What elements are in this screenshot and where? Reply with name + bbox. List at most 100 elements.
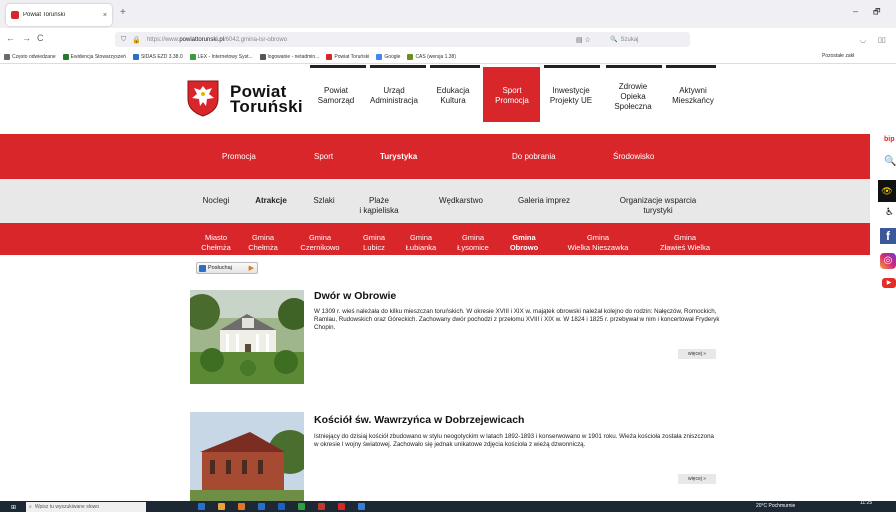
tracking-shield-icon[interactable]: ⛉ — [121, 36, 126, 44]
taskbar-search-placeholder: Wpisz tu wyszukiwane słowo — [34, 504, 99, 510]
taskbar-app-icon[interactable] — [238, 503, 245, 510]
top-bar-decoration — [544, 65, 600, 68]
bip-link[interactable]: bip — [884, 136, 895, 143]
browser-tab[interactable]: Powiat Toruński × — [6, 4, 112, 26]
new-tab-icon[interactable]: + — [120, 7, 126, 18]
tourism-nav-item[interactable]: Galeria imprez — [494, 196, 594, 206]
tab-close-icon[interactable]: × — [103, 12, 107, 19]
taskbar-app-icon[interactable] — [358, 503, 365, 510]
bookmark-item[interactable]: LEX - Internetowy Syst... — [189, 53, 253, 60]
site-logo[interactable]: Powiat Toruński — [186, 76, 306, 120]
bookmark-item[interactable]: logowanie - netadmin... — [259, 53, 319, 60]
bookmark-item[interactable]: Google — [376, 53, 401, 60]
tourism-nav-label: turystyki — [643, 206, 673, 215]
bookmark-item[interactable]: Często odwiedzane — [4, 53, 56, 60]
instagram-icon[interactable]: ◎ — [880, 253, 896, 269]
bookmark-item[interactable]: Ewidencja Stowarzyszeń — [62, 53, 126, 60]
back-icon[interactable]: ← — [6, 33, 15, 43]
main-nav-item[interactable]: Sport Promocja — [482, 86, 542, 106]
article-title[interactable]: Kościół św. Wawrzyńca w Dobrzejewicach — [314, 414, 524, 426]
browser-search-input[interactable]: 🔍 Szukaj — [610, 33, 690, 46]
extensions-icon[interactable]: ▯▯ — [878, 36, 886, 44]
manor-house-photo[interactable] — [190, 290, 304, 384]
more-button[interactable]: więcej » — [678, 474, 716, 484]
reload-icon[interactable]: C — [37, 33, 44, 43]
category-nav-item[interactable]: Turystyka — [380, 152, 417, 161]
taskbar-app-icon[interactable] — [338, 503, 345, 510]
bookmark-icon — [189, 53, 196, 60]
article-title[interactable]: Dwór w Obrowie — [314, 290, 396, 302]
taskbar-app-icon[interactable] — [218, 503, 225, 510]
window-minimize-icon[interactable]: – — [853, 6, 858, 16]
bookmark-star-icon[interactable]: ▤ ☆ — [576, 36, 591, 44]
main-nav-item[interactable]: Urząd Administracja — [364, 86, 424, 106]
taskbar-search-input[interactable]: ⌕ Wpisz tu wyszukiwane słowo — [26, 502, 146, 512]
taskbar-app-icon[interactable] — [198, 503, 205, 510]
forward-icon[interactable]: → — [22, 33, 31, 43]
bookmarks-bar: Często odwiedzane Ewidencja Stowarzyszeń S… — [0, 50, 896, 64]
main-nav-item[interactable]: Edukacja Kultura — [423, 86, 483, 106]
municipality-nav-item[interactable]: Gmina Wielka Nieszawka — [558, 233, 638, 253]
youtube-icon[interactable]: ▶ — [882, 278, 896, 288]
main-nav-label: Kultura — [440, 96, 466, 105]
main-nav-label: Sport — [502, 86, 522, 95]
taskbar-app-icon[interactable] — [278, 503, 285, 510]
category-nav-item[interactable]: Środowisko — [613, 152, 654, 161]
bookmark-label: Ewidencja Stowarzyszeń — [70, 53, 126, 60]
main-nav-item[interactable]: Powiat Samorząd — [306, 86, 366, 106]
url-bar[interactable]: ⛉ 🔒 https://www.powiattorunski.pl/6042,g… — [115, 32, 690, 47]
window-maximize-icon[interactable]: 🗗 — [873, 6, 881, 20]
category-nav-item[interactable]: Do pobrania — [512, 152, 556, 161]
municipality-nav-label: Zławieś Wielka — [659, 243, 710, 252]
main-nav-label: Edukacja — [436, 86, 470, 95]
bookmark-icon — [4, 53, 10, 60]
clock[interactable]: 11:25 — [860, 501, 872, 507]
tab-title: Powiat Toruński — [23, 12, 65, 18]
listen-button[interactable]: Posłuchaj ▶ — [196, 262, 258, 274]
bookmark-label: Często odwiedzane — [12, 53, 56, 60]
main-nav-label: Projekty UE — [549, 96, 593, 105]
main-nav-item[interactable]: Inwestycje Projekty UE — [541, 86, 601, 106]
main-nav-label: Samorząd — [317, 96, 355, 105]
bookmark-item[interactable]: Powiat Toruński — [326, 53, 369, 60]
bookmark-item[interactable]: SIDAS EZD 3.38.0 — [132, 53, 183, 60]
tourism-nav-label: i kąpieliska — [359, 206, 399, 215]
search-icon: 🔍 — [610, 37, 618, 43]
bookmark-icon — [407, 53, 414, 60]
facebook-icon[interactable]: f — [880, 228, 896, 244]
municipality-nav-item[interactable]: Gmina Zławieś Wielka — [645, 233, 725, 253]
lock-icon[interactable]: 🔒 — [132, 36, 141, 44]
bookmark-label: Google — [384, 53, 401, 60]
taskbar-app-icon[interactable] — [258, 503, 265, 510]
taskbar-app-icon[interactable] — [298, 503, 305, 510]
main-nav-item[interactable]: Aktywni Mieszkańcy — [663, 86, 723, 106]
top-bar-decoration — [666, 65, 716, 68]
speaker-icon — [199, 264, 206, 272]
site-search-icon[interactable]: 🔍 — [884, 156, 896, 167]
top-bar-decoration — [370, 65, 426, 68]
bookmark-item[interactable]: CAS (wersja 1.38) — [407, 53, 456, 60]
municipality-nav-item[interactable]: Gmina Obrowo — [484, 233, 564, 253]
main-nav-label: Opieka — [620, 92, 646, 101]
tourism-nav-item[interactable]: Organizacje wsparcia turystyki — [608, 196, 708, 216]
url-text[interactable]: https://www.powiattorunski.pl/6042,gmina… — [147, 37, 287, 43]
main-nav-label: Administracja — [369, 96, 418, 105]
pocket-icon[interactable]: ◡ — [860, 36, 866, 44]
contrast-toggle-icon[interactable]: 👁 — [878, 180, 896, 202]
municipality-nav-label: Gmina — [512, 233, 536, 242]
church-photo[interactable] — [190, 412, 304, 501]
main-nav-label: Społeczna — [614, 102, 652, 111]
taskbar-app-icon[interactable] — [318, 503, 325, 510]
main-nav-item[interactable]: Zdrowie Opieka Społeczna — [603, 82, 663, 112]
site-favicon-icon — [11, 11, 19, 19]
weather-tray[interactable]: 20°C Pochmurnie — [756, 503, 795, 509]
more-button[interactable]: więcej » — [678, 349, 716, 359]
main-nav-label: Mieszkańcy — [672, 96, 714, 105]
accessibility-icon[interactable]: ♿ — [885, 207, 894, 218]
category-nav-item[interactable]: Sport — [314, 152, 333, 161]
category-nav-item[interactable]: Promocja — [222, 152, 256, 161]
play-icon: ▶ — [248, 265, 254, 272]
windows-start-icon[interactable]: ⊞ — [11, 504, 16, 511]
other-bookmarks[interactable]: Pozostałe zakł — [822, 53, 854, 59]
listen-label: Posłuchaj — [208, 265, 232, 271]
